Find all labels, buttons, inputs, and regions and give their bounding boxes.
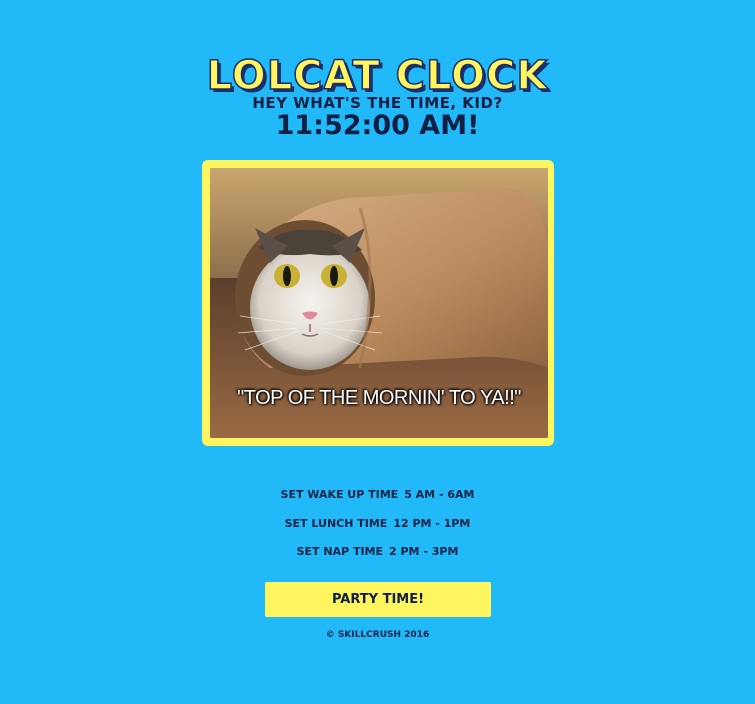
setting-value: 5 AM - 6AM bbox=[404, 488, 475, 501]
set-nap-time[interactable]: SET NAP TIME 2 PM - 3PM bbox=[0, 545, 755, 574]
setting-label: SET WAKE UP TIME bbox=[280, 488, 399, 501]
photo-frame: "TOP OF THE MORNIN' TO YA!!" bbox=[202, 160, 554, 446]
setting-label: SET NAP TIME bbox=[296, 545, 384, 558]
setting-value: 12 PM - 1PM bbox=[393, 516, 471, 530]
setting-label: SET LUNCH TIME bbox=[284, 516, 388, 530]
photo-caption: "TOP OF THE MORNIN' TO YA!!" bbox=[237, 387, 521, 409]
lolcat-photo: "TOP OF THE MORNIN' TO YA!!" bbox=[210, 168, 548, 438]
setting-value: 2 PM - 3PM bbox=[389, 545, 459, 558]
footer-copyright: © SKILLCRUSH 2016 bbox=[325, 630, 430, 640]
clock-time: 11:52:00 AM! bbox=[275, 110, 480, 141]
time-settings: SET WAKE UP TIME 5 AM - 6AM SET LUNCH TIM… bbox=[0, 488, 755, 574]
set-wake-up-time[interactable]: SET WAKE UP TIME 5 AM - 6AM bbox=[0, 488, 755, 517]
set-lunch-time[interactable]: SET LUNCH TIME 12 PM - 1PM bbox=[0, 517, 755, 546]
app-title: LOLCAT CLOCK bbox=[206, 52, 549, 100]
party-time-button[interactable]: PARTY TIME! bbox=[265, 582, 491, 617]
